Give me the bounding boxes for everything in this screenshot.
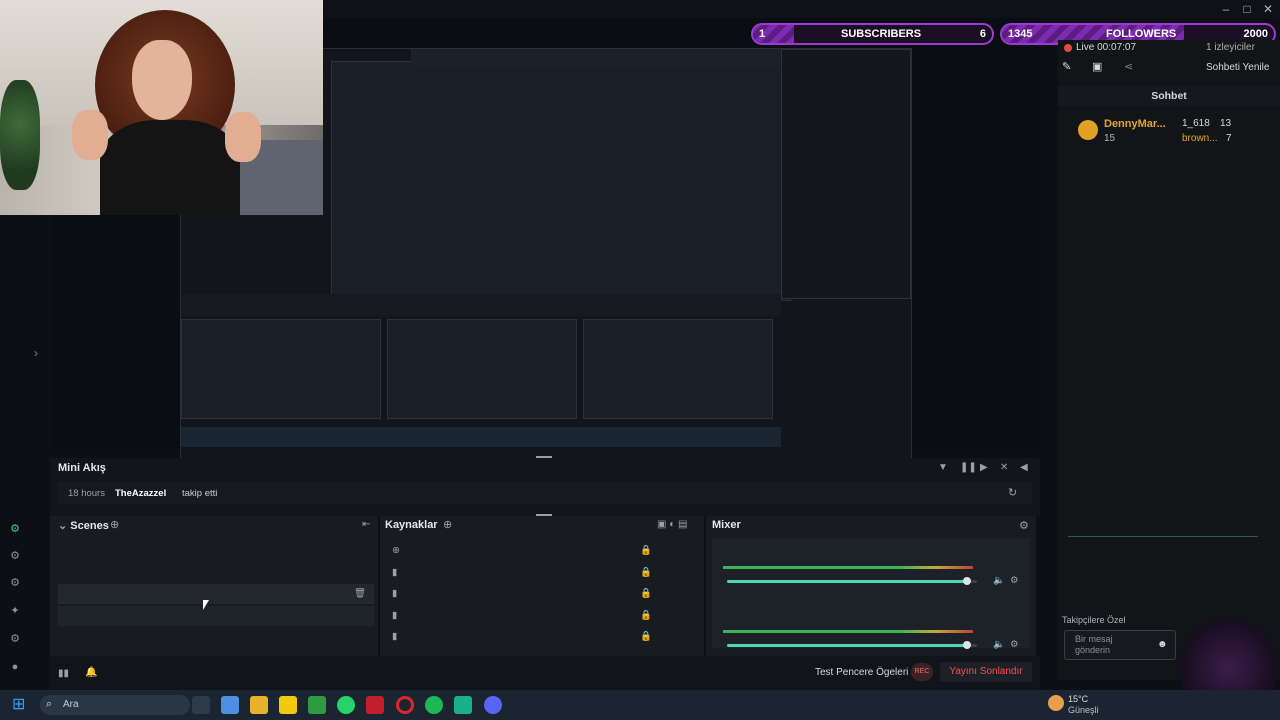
globe-icon: ⊕ bbox=[392, 545, 400, 556]
skip-icon[interactable]: ▶ bbox=[980, 462, 988, 473]
end-stream-button[interactable]: Yayını Sonlandır bbox=[940, 662, 1032, 682]
gear-icon[interactable]: ⚙ bbox=[1010, 639, 1019, 650]
share-icon[interactable]: ⋖ bbox=[1124, 60, 1133, 73]
delete-icon[interactable]: 🗑 bbox=[354, 584, 366, 604]
mixer-title: Mixer bbox=[712, 519, 741, 531]
mixer-settings-icon[interactable]: ⚙ bbox=[1019, 519, 1029, 532]
collapse-icon[interactable]: ⇤ bbox=[362, 519, 370, 530]
subscribers-goal-bar: 1 SUBSCRIBERS 6 bbox=[751, 23, 994, 45]
volume-icon[interactable]: ◀ bbox=[1020, 462, 1028, 473]
folder-icon[interactable] bbox=[250, 696, 268, 714]
search-icon: ⌕ bbox=[46, 698, 53, 710]
xbox-icon[interactable] bbox=[308, 696, 326, 714]
viewer-count: 1 izleyiciler bbox=[1206, 42, 1255, 53]
rec-button[interactable]: REC bbox=[911, 663, 933, 681]
activity-item: 18 hours TheAzazzel takip etti ↻ bbox=[58, 482, 1032, 504]
refresh-chat-button[interactable]: Sohbeti Yenile bbox=[1206, 62, 1269, 73]
source-item[interactable]: ▮ 🔒 bbox=[388, 563, 688, 583]
speaker-icon[interactable]: 🔈 bbox=[993, 639, 1005, 650]
windows-start-icon[interactable]: ⊞ bbox=[12, 696, 30, 714]
weather-icon bbox=[1048, 695, 1064, 711]
studio-icon[interactable]: ⚙ bbox=[8, 522, 22, 536]
replay-icon[interactable]: ↻ bbox=[1008, 486, 1017, 499]
streamlabs-icon[interactable] bbox=[454, 696, 472, 714]
webcam-feed bbox=[0, 0, 323, 215]
expand-left-icon[interactable]: › bbox=[34, 346, 38, 360]
temperature: 15°C bbox=[1068, 694, 1089, 704]
close-icon[interactable]: ✕ bbox=[1261, 2, 1275, 16]
copilot-icon[interactable] bbox=[221, 696, 239, 714]
pinned-user-1: DennyMar... bbox=[1104, 118, 1166, 130]
lock-icon[interactable]: 🔒 bbox=[640, 541, 652, 561]
volume-slider[interactable] bbox=[727, 577, 977, 585]
whatsapp-icon[interactable] bbox=[337, 696, 355, 714]
gear-icon[interactable]: ⚙ bbox=[1010, 575, 1019, 586]
chat-title: Sohbet bbox=[1058, 86, 1280, 106]
subscribers-label: SUBSCRIBERS bbox=[841, 28, 922, 40]
stats-icon[interactable]: ▮▮ bbox=[58, 668, 69, 679]
mouse-cursor bbox=[203, 600, 209, 610]
emoji-icon[interactable]: ☻ bbox=[1157, 639, 1168, 650]
scenes-title: ⌄ Scenes bbox=[58, 520, 109, 532]
edit-icon[interactable]: ✎ bbox=[1062, 60, 1071, 73]
maximize-icon[interactable]: □ bbox=[1240, 2, 1254, 16]
live-timer: Live 00:07:07 bbox=[1076, 42, 1137, 53]
folder-icon: ▮ bbox=[392, 609, 398, 621]
source-item[interactable]: ⊕ 🔒 bbox=[388, 541, 688, 561]
scene-item[interactable] bbox=[58, 541, 374, 561]
lock-icon[interactable]: 🔒 bbox=[640, 584, 652, 604]
taskview-icon[interactable] bbox=[192, 696, 210, 714]
filter-icon[interactable]: ▼ bbox=[938, 462, 948, 473]
source-item[interactable]: ▮ 🔒 bbox=[388, 584, 688, 604]
lock-icon[interactable]: 🔒 bbox=[640, 627, 652, 647]
new-messages-divider[interactable] bbox=[1068, 536, 1258, 538]
scene-item[interactable] bbox=[58, 627, 374, 647]
source-tools-icon[interactable]: ▣ ◐ ▤ bbox=[657, 519, 688, 530]
pause-icon[interactable]: ❚❚ bbox=[960, 462, 977, 473]
effects-icon[interactable]: ✦ bbox=[8, 604, 22, 618]
scene-item[interactable] bbox=[58, 605, 374, 626]
scene-item[interactable]: 🗑 bbox=[58, 584, 374, 604]
popout-icon[interactable]: ▣ bbox=[1092, 60, 1102, 73]
mute-alerts-icon[interactable]: ✕ bbox=[1000, 462, 1008, 473]
scene-item[interactable] bbox=[58, 563, 374, 583]
app-red-icon[interactable] bbox=[366, 696, 384, 714]
live-dot bbox=[1064, 44, 1072, 52]
folder-icon: ▮ bbox=[392, 588, 398, 599]
notes-icon[interactable] bbox=[279, 696, 297, 714]
scenes-icon[interactable]: ⚙ bbox=[8, 549, 22, 563]
profile-icon[interactable]: ● bbox=[8, 661, 22, 675]
audio-meter bbox=[723, 630, 973, 633]
weather-text: Güneşli bbox=[1068, 705, 1099, 715]
lock-icon[interactable]: 🔒 bbox=[640, 563, 652, 583]
sources-icon[interactable]: ⚙ bbox=[8, 576, 22, 590]
source-item[interactable]: ▮ 🔒 bbox=[388, 627, 688, 647]
followers-only-label: Takipçilere Özel bbox=[1062, 615, 1126, 625]
gift-badge-icon bbox=[1078, 120, 1098, 140]
minimize-icon[interactable]: – bbox=[1219, 2, 1233, 16]
add-source-icon[interactable]: ⊕ bbox=[443, 518, 452, 531]
test-widgets-button[interactable]: Test Pencere Ögeleri bbox=[815, 667, 908, 678]
volume-slider[interactable] bbox=[727, 641, 977, 649]
audio-meter bbox=[723, 566, 973, 569]
opera-icon[interactable] bbox=[396, 696, 414, 714]
discord-icon[interactable] bbox=[484, 696, 502, 714]
resize-handle[interactable] bbox=[536, 456, 552, 458]
alert-icon[interactable]: 🔔 bbox=[85, 667, 97, 678]
folder-icon: ▮ bbox=[392, 566, 398, 578]
speaker-icon[interactable]: 🔈 bbox=[993, 575, 1005, 586]
source-item[interactable]: ▮ 🔒 bbox=[388, 606, 688, 626]
activity-title: Mini Akış bbox=[58, 462, 106, 474]
taskbar-search[interactable]: ⌕ Ara bbox=[40, 695, 190, 715]
chat-input[interactable]: Bir mesaj gönderin ☻ bbox=[1064, 630, 1176, 660]
settings-icon[interactable]: ⚙ bbox=[8, 632, 22, 646]
add-scene-icon[interactable]: ⊕ bbox=[110, 518, 119, 531]
spotify-icon[interactable] bbox=[425, 696, 443, 714]
folder-icon: ▮ bbox=[392, 631, 398, 642]
sources-title: Kaynaklar bbox=[385, 519, 438, 531]
lock-icon[interactable]: 🔒 bbox=[640, 606, 652, 626]
